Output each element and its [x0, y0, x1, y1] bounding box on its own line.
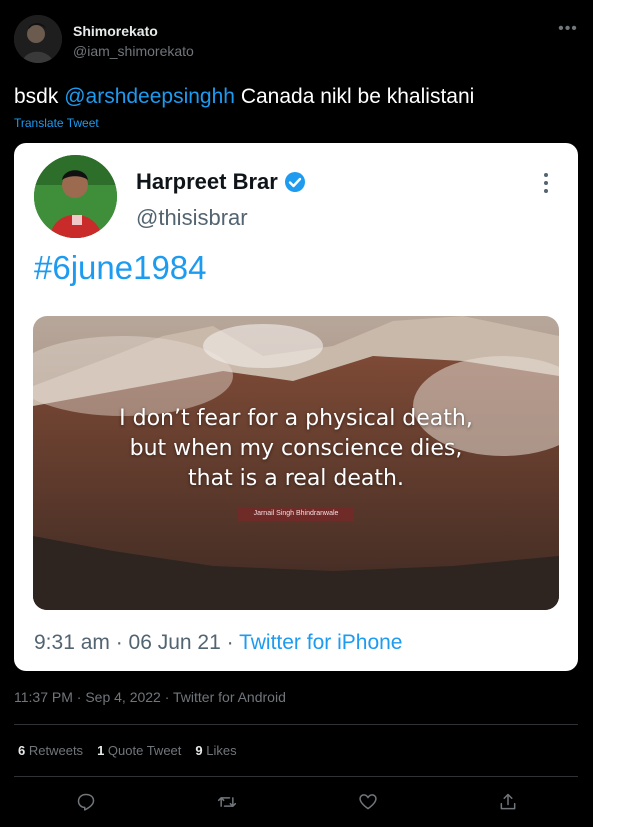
translate-tweet-link[interactable]: Translate Tweet [14, 116, 99, 130]
reply-icon[interactable] [72, 788, 100, 816]
tweet-timestamp[interactable]: 11:37 PM · Sep 4, 2022 · Twitter for And… [14, 689, 286, 705]
embedded-more-icon [534, 169, 558, 197]
engagement-stats: 6 Retweets 1 Quote Tweet 9 Likes [18, 743, 237, 758]
quote-line-2: but when my conscience dies, [129, 436, 463, 461]
tweet-text-after: Canada nikl be khalistani [234, 85, 475, 108]
author-display-name[interactable]: Shimorekato [73, 23, 158, 39]
verified-badge-icon [284, 172, 305, 192]
author-avatar[interactable] [14, 15, 62, 63]
embedded-name: Harpreet Brar [136, 169, 306, 195]
embedded-tweet-image[interactable]: Harpreet Brar @thisisbrar #6june1984 I d… [14, 143, 578, 671]
action-bar [14, 788, 578, 816]
embedded-name-text: Harpreet Brar [136, 169, 278, 194]
more-options-icon[interactable]: ••• [556, 20, 580, 40]
quote-author-label: Jarnail Singh Bhindranwale [238, 507, 354, 521]
embedded-media: I don’t fear for a physical death, but w… [33, 316, 559, 610]
divider [14, 724, 578, 725]
tweet-panel: Shimorekato @iam_shimorekato ••• bsdk @a… [0, 0, 593, 827]
quote-tweets-stat[interactable]: 1 Quote Tweet [97, 743, 181, 758]
retweets-count: 6 [18, 743, 26, 758]
retweets-label: Retweets [28, 743, 84, 758]
quote-text: I don’t fear for a physical death, but w… [33, 404, 559, 494]
embedded-source: Twitter for iPhone [239, 631, 403, 654]
quotes-count: 1 [97, 743, 105, 758]
embedded-time: 9:31 am · 06 Jun 21 · [34, 631, 240, 654]
divider [14, 776, 578, 777]
quote-line-3: that is a real death. [188, 466, 404, 491]
embedded-handle: @thisisbrar [136, 205, 248, 230]
likes-count: 9 [195, 743, 203, 758]
share-icon[interactable] [494, 788, 522, 816]
retweet-icon[interactable] [213, 788, 241, 816]
likes-label: Likes [206, 743, 237, 758]
like-icon[interactable] [354, 788, 382, 816]
mention-link[interactable]: @arshdeepsinghh [64, 85, 235, 108]
embedded-hashtag: #6june1984 [34, 249, 207, 286]
author-handle[interactable]: @iam_shimorekato [73, 43, 194, 59]
quotes-label: Quote Tweet [107, 743, 182, 758]
tweet-text: bsdk @arshdeepsinghh Canada nikl be khal… [14, 85, 474, 109]
embedded-meta: 9:31 am · 06 Jun 21 · Twitter for iPhone [34, 631, 402, 655]
quote-line-1: I don’t fear for a physical death, [119, 406, 473, 431]
tweet-text-before: bsdk [14, 85, 65, 108]
embedded-avatar [34, 155, 117, 238]
likes-stat[interactable]: 9 Likes [195, 743, 236, 758]
retweets-stat[interactable]: 6 Retweets [18, 743, 83, 758]
